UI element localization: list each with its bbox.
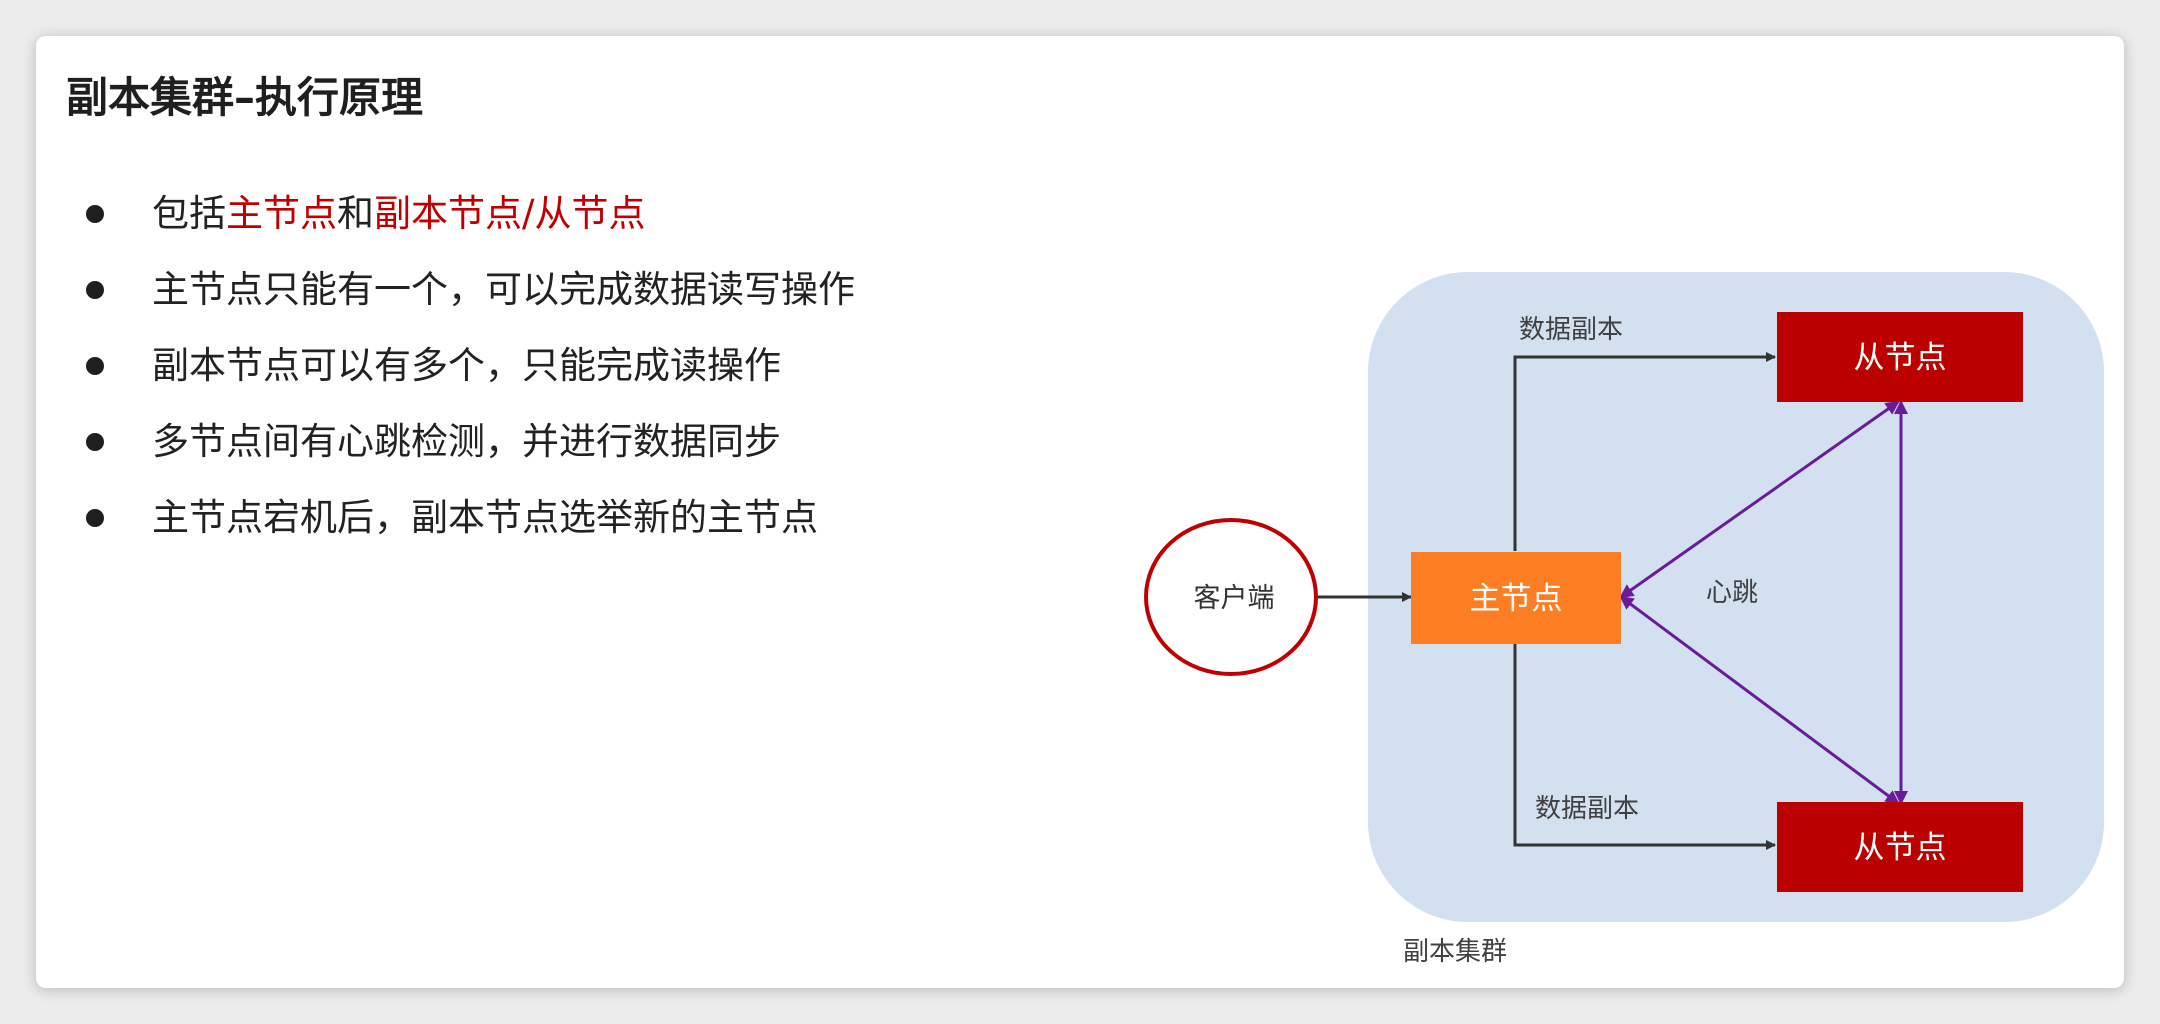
client-label: 客户端: [1194, 583, 1275, 614]
heartbeat-label: 心跳: [1706, 578, 1758, 608]
primary-label: 主节点: [1470, 581, 1563, 617]
secondary-bottom-label: 从节点: [1854, 830, 1947, 866]
slide: 副本集群–执行原理 包括主节点和副本节点/从节点 主节点只能有一个，可以完成数据…: [36, 36, 2124, 988]
secondary-top-label: 从节点: [1854, 340, 1947, 376]
replica-set-diagram: 客户端 主节点 从节点 从节点 数据副本 数据副本 心跳 副本集群: [1144, 272, 2104, 967]
replica-label-top: 数据副本: [1519, 315, 1623, 345]
replica-label-bottom: 数据副本: [1535, 794, 1639, 824]
cluster-label: 副本集群: [1403, 937, 1507, 967]
